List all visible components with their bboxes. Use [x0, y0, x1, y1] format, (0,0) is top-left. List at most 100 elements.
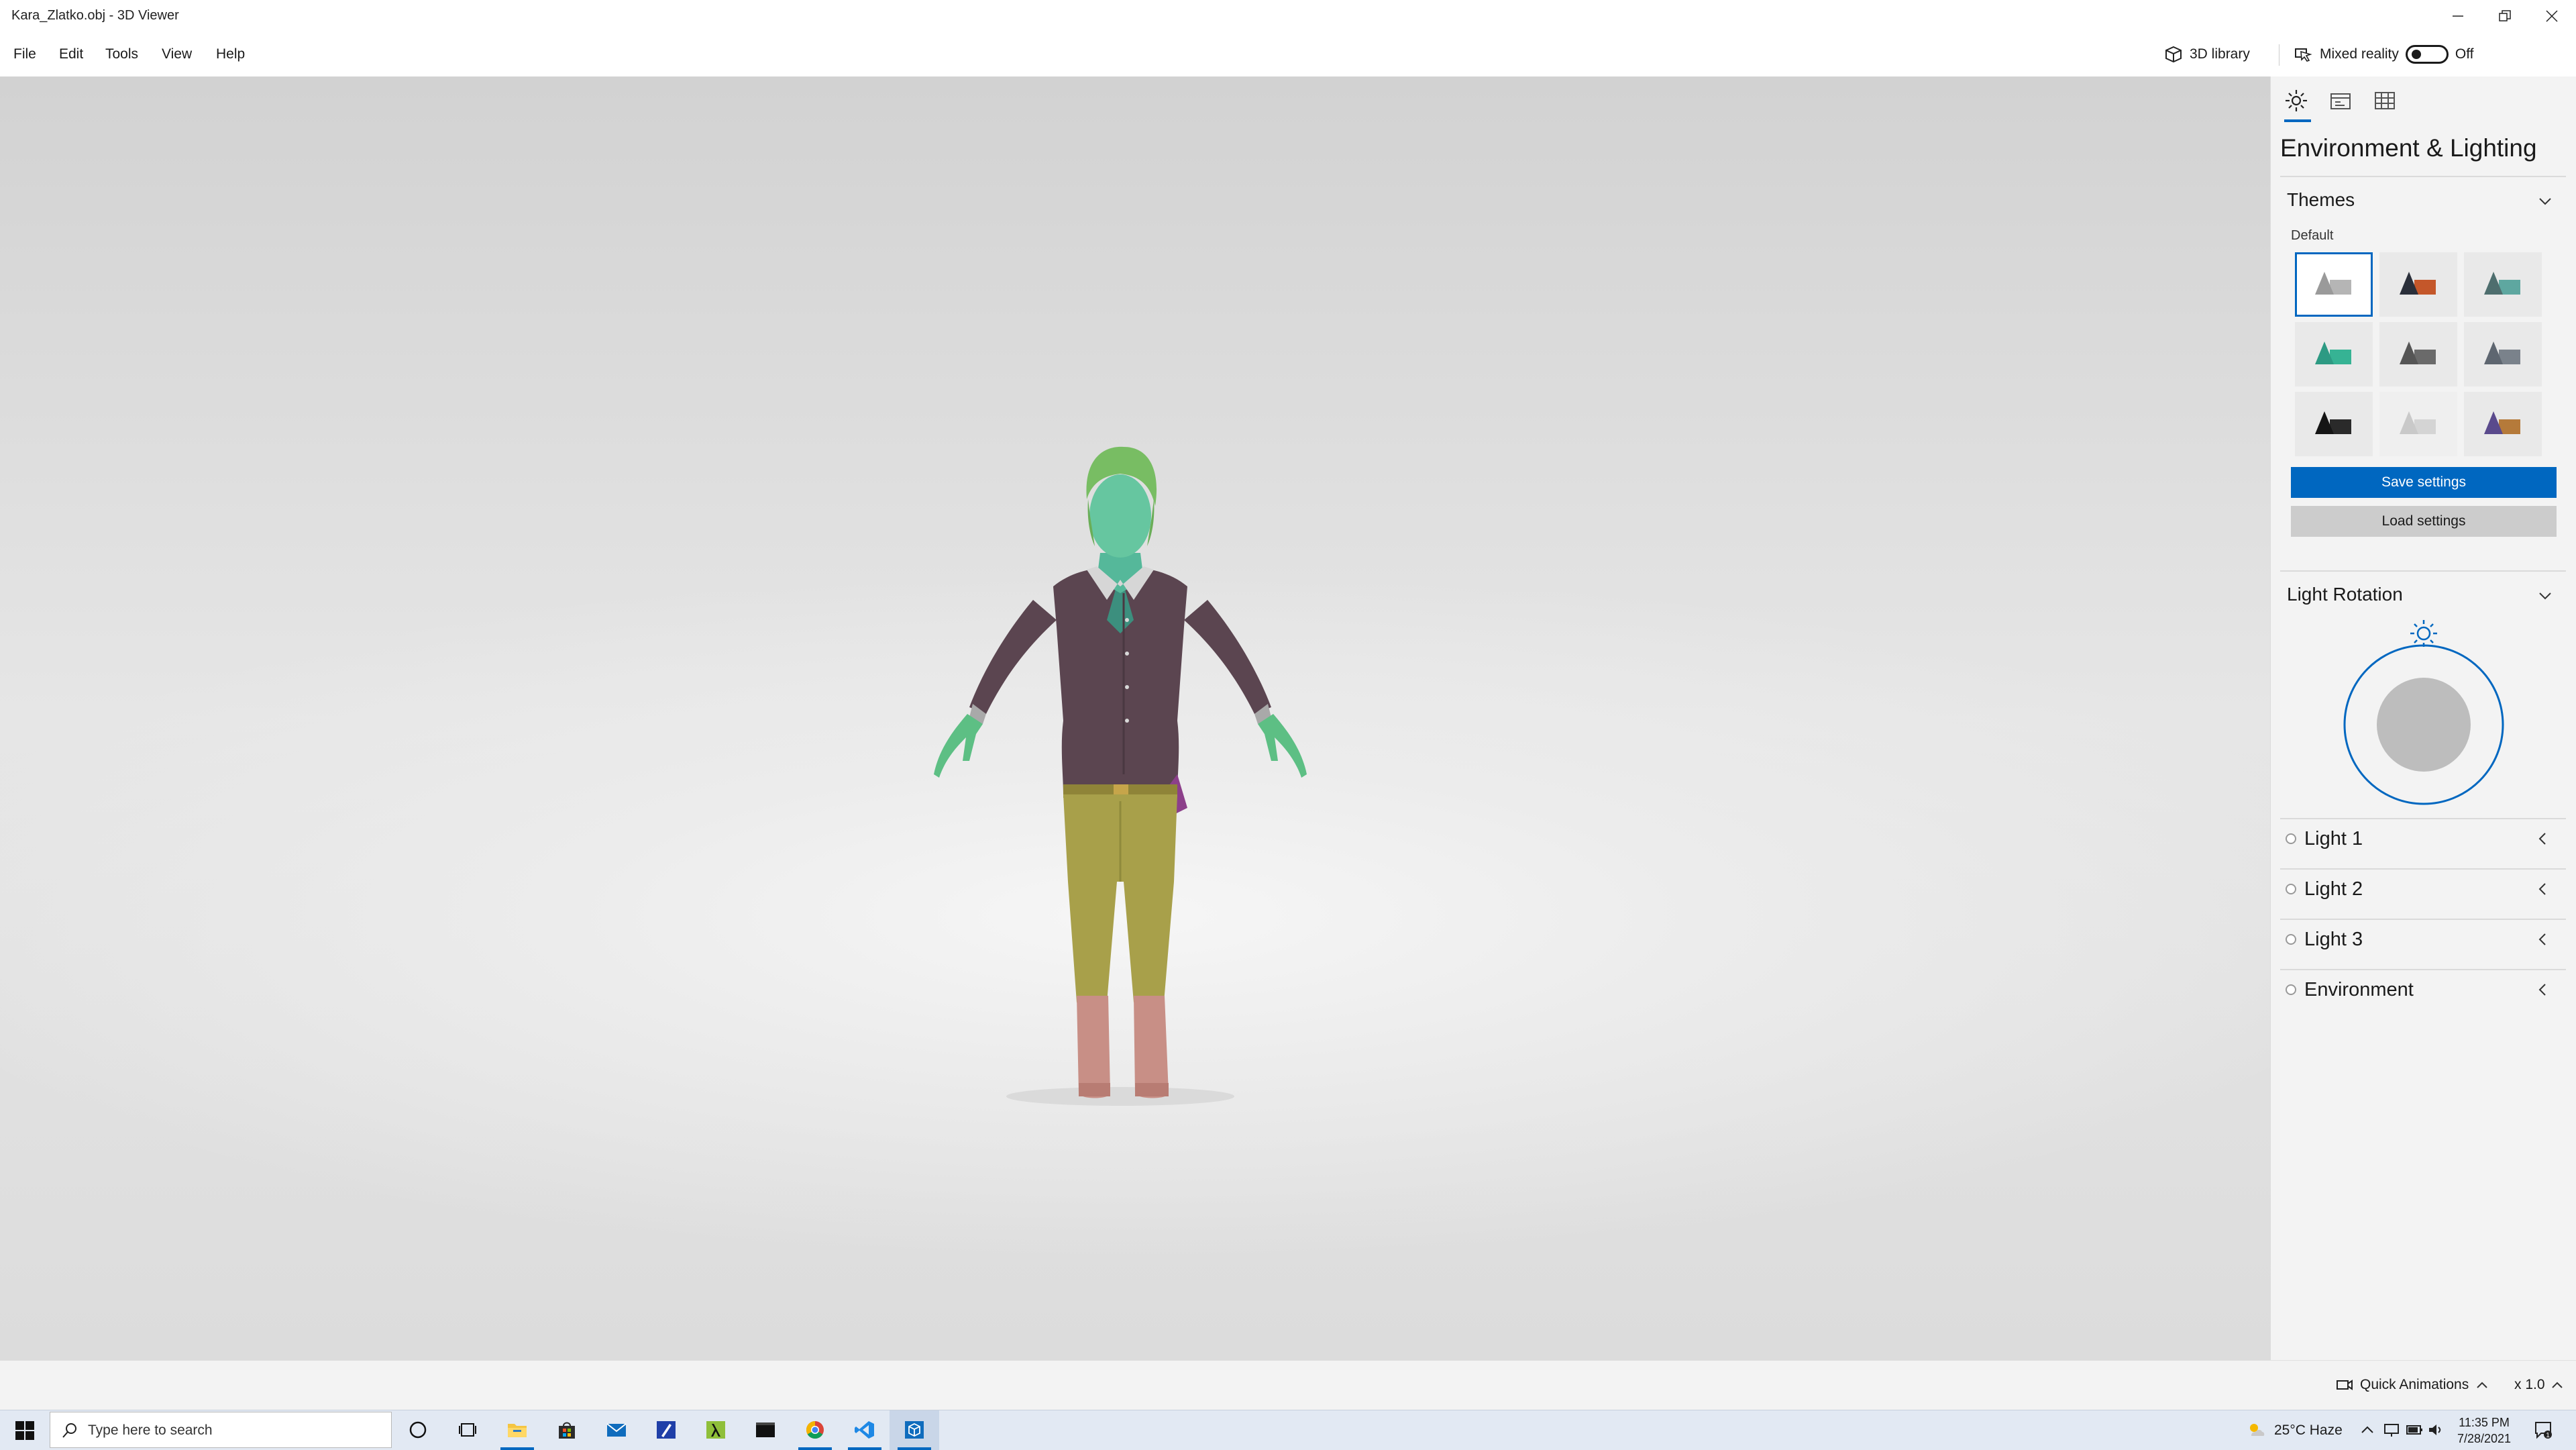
cortana-icon — [409, 1421, 427, 1439]
tab-grid[interactable] — [2373, 89, 2400, 115]
theme-tile-default[interactable] — [2295, 252, 2373, 317]
menu-file[interactable]: File — [13, 46, 36, 62]
active-app-indicator — [500, 1447, 534, 1450]
cortana-button[interactable] — [393, 1410, 443, 1450]
theme-tile-slate[interactable] — [2464, 322, 2542, 386]
store-button[interactable] — [542, 1410, 592, 1450]
mixed-reality-label: Mixed reality — [2320, 46, 2399, 62]
menu-view[interactable]: View — [162, 46, 192, 62]
menu-bar: File Edit Tools View Help 3D library Mix… — [0, 33, 2576, 76]
sun-handle-icon[interactable] — [2410, 620, 2437, 647]
theme-preview-icon — [2400, 411, 2436, 434]
chevron-up-icon — [2477, 1382, 2487, 1388]
theme-preview-icon — [2484, 411, 2520, 434]
light-3-row[interactable]: Light 3 — [2282, 922, 2567, 958]
environment-lighting-panel: Environment & Lighting Themes Default Sa… — [2270, 76, 2576, 1360]
3d-model-figure[interactable] — [919, 399, 1348, 1110]
task-view-button[interactable] — [443, 1410, 492, 1450]
light-1-row[interactable]: Light 1 — [2282, 821, 2567, 858]
start-button[interactable] — [0, 1410, 48, 1450]
theme-tile-teal-steel[interactable] — [2464, 252, 2542, 317]
taskbar-clock[interactable]: 11:35 PM 7/28/2021 — [2447, 1414, 2521, 1447]
theme-tile-graphite[interactable] — [2379, 322, 2457, 386]
playback-speed-label: x 1.0 — [2514, 1377, 2545, 1392]
light-2-label: Light 2 — [2304, 878, 2363, 900]
chrome-icon — [806, 1421, 824, 1439]
svg-text:1: 1 — [2546, 1432, 2550, 1439]
light-1-radio[interactable] — [2286, 833, 2296, 844]
environment-radio[interactable] — [2286, 984, 2296, 995]
close-button[interactable] — [2529, 0, 2575, 33]
lighting-icon — [2286, 90, 2307, 111]
battery-icon[interactable] — [2406, 1422, 2423, 1438]
load-settings-button[interactable]: Load settings — [2291, 506, 2557, 537]
theme-tile-light[interactable] — [2379, 392, 2457, 456]
weather-text[interactable]: 25°C Haze — [2274, 1422, 2343, 1439]
chevron-down-icon[interactable] — [2537, 588, 2553, 604]
3d-viewport[interactable] — [0, 76, 2270, 1360]
environment-row[interactable]: Environment — [2282, 972, 2567, 1008]
light-1-label: Light 1 — [2304, 828, 2363, 849]
chevron-left-icon[interactable] — [2534, 931, 2551, 947]
mixed-reality-toggle[interactable] — [2405, 45, 2449, 64]
light-2-row[interactable]: Light 2 — [2282, 872, 2567, 908]
lambda-app-button[interactable] — [691, 1410, 741, 1450]
active-app-indicator — [898, 1447, 931, 1450]
mixed-reality-control[interactable]: Mixed reality Off — [2293, 45, 2474, 64]
weather-icon[interactable] — [2246, 1420, 2266, 1440]
clock-time: 11:35 PM — [2459, 1416, 2510, 1429]
save-settings-button[interactable]: Save settings — [2291, 467, 2557, 498]
volume-icon[interactable] — [2427, 1422, 2445, 1438]
file-explorer-button[interactable] — [492, 1410, 542, 1450]
light-rotation-heading[interactable]: Light Rotation — [2287, 584, 2403, 605]
chrome-button[interactable] — [790, 1410, 840, 1450]
quick-animations-button[interactable]: Quick Animations — [2334, 1377, 2489, 1393]
themes-heading[interactable]: Themes — [2287, 189, 2355, 211]
chevron-down-icon[interactable] — [2537, 193, 2553, 209]
clock-date: 7/28/2021 — [2457, 1432, 2512, 1445]
mixed-reality-state: Off — [2455, 46, 2474, 62]
chevron-left-icon[interactable] — [2534, 881, 2551, 897]
3d-viewer-button[interactable] — [890, 1410, 939, 1450]
cube-icon — [2165, 46, 2182, 63]
window-title: Kara_Zlatko.obj - 3D Viewer — [11, 8, 179, 23]
tab-lighting[interactable] — [2284, 89, 2311, 115]
playback-speed-control[interactable]: x 1.0 — [2514, 1377, 2564, 1393]
theme-preview-icon — [2400, 272, 2436, 295]
mail-button[interactable] — [592, 1410, 641, 1450]
pen-app-button[interactable] — [641, 1410, 691, 1450]
tab-stats[interactable] — [2328, 89, 2355, 115]
file-explorer-icon — [508, 1424, 527, 1437]
theme-tile-aqua[interactable] — [2295, 322, 2373, 386]
restore-button[interactable] — [2482, 0, 2528, 33]
light-3-radio[interactable] — [2286, 934, 2296, 945]
mail-icon — [606, 1423, 627, 1437]
menu-help[interactable]: Help — [216, 46, 245, 62]
chevron-up-icon — [2551, 1382, 2563, 1388]
notification-icon[interactable]: 1 — [2533, 1420, 2553, 1440]
minimize-button[interactable] — [2435, 0, 2481, 33]
theme-preview-icon — [2315, 342, 2351, 364]
title-bar: Kara_Zlatko.obj - 3D Viewer — [0, 0, 2576, 33]
theme-tile-black[interactable] — [2295, 392, 2373, 456]
menu-edit[interactable]: Edit — [59, 46, 83, 62]
3d-library-button[interactable]: 3D library — [2164, 45, 2250, 64]
theme-preview-icon — [2315, 411, 2351, 434]
taskbar: Type here to search 25°C Haze 11:35 PM 7… — [0, 1410, 2576, 1450]
vscode-button[interactable] — [840, 1410, 890, 1450]
light-2-radio[interactable] — [2286, 884, 2296, 894]
mixed-reality-icon — [2295, 48, 2312, 62]
chevron-left-icon[interactable] — [2534, 982, 2551, 998]
taskbar-search-input[interactable]: Type here to search — [50, 1412, 392, 1448]
network-icon[interactable] — [2383, 1422, 2400, 1438]
3d-viewer-icon — [905, 1421, 924, 1439]
menu-tools[interactable]: Tools — [105, 46, 138, 62]
chevron-up-icon[interactable] — [2360, 1422, 2375, 1437]
divider — [2280, 818, 2566, 819]
chevron-left-icon[interactable] — [2534, 831, 2551, 847]
terminal-button[interactable] — [741, 1410, 790, 1450]
terminal-icon — [756, 1422, 775, 1437]
light-rotation-dial[interactable] — [2337, 617, 2511, 805]
theme-tile-copper[interactable] — [2379, 252, 2457, 317]
theme-tile-purple-bronze[interactable] — [2464, 392, 2542, 456]
